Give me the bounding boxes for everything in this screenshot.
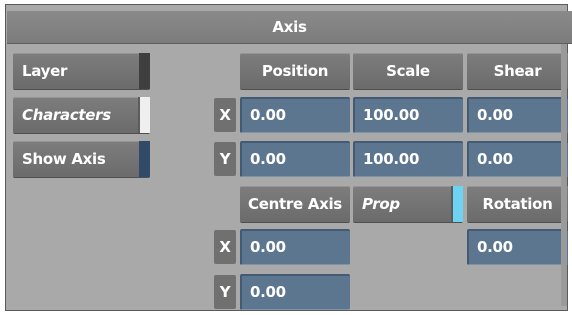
show-axis-button-label: Show Axis — [22, 150, 106, 168]
characters-button-label: Characters — [22, 106, 111, 124]
prop-toggle-label: Prop — [362, 195, 400, 213]
centre-y-axis-label: Y — [214, 275, 236, 309]
prop-toggle[interactable]: Prop — [353, 186, 463, 222]
centre-x-axis-label: X — [214, 230, 236, 264]
scrollbar[interactable] — [561, 44, 567, 306]
x-axis-label: X — [214, 98, 236, 132]
characters-button[interactable]: Characters — [13, 97, 150, 133]
position-header: Position — [240, 53, 350, 89]
shear-y-field[interactable]: 0.00 — [467, 141, 568, 177]
rotation-header: Rotation — [467, 186, 568, 222]
centre-x-field[interactable]: 0.00 — [240, 229, 350, 265]
position-y-field[interactable]: 0.00 — [240, 141, 350, 177]
scale-y-field[interactable]: 100.00 — [353, 141, 463, 177]
position-x-field[interactable]: 0.00 — [240, 97, 350, 133]
scale-header: Scale — [353, 53, 463, 89]
layer-button[interactable]: Layer — [13, 53, 150, 89]
centre-y-field[interactable]: 0.00 — [240, 274, 350, 310]
shear-x-field[interactable]: 0.00 — [467, 97, 568, 133]
layer-dropdown-indicator — [139, 53, 150, 89]
scale-x-field[interactable]: 100.00 — [353, 97, 463, 133]
characters-toggle-indicator — [138, 97, 150, 133]
panel-title: Axis — [7, 11, 572, 44]
shear-header: Shear — [467, 53, 568, 89]
centre-axis-button[interactable]: Centre Axis — [240, 186, 350, 222]
layer-button-label: Layer — [22, 62, 68, 80]
show-axis-button[interactable]: Show Axis — [13, 141, 150, 177]
y-axis-label: Y — [214, 142, 236, 176]
prop-toggle-indicator — [451, 186, 463, 222]
rotation-field[interactable]: 0.00 — [467, 229, 568, 265]
show-axis-toggle-indicator — [139, 141, 150, 177]
